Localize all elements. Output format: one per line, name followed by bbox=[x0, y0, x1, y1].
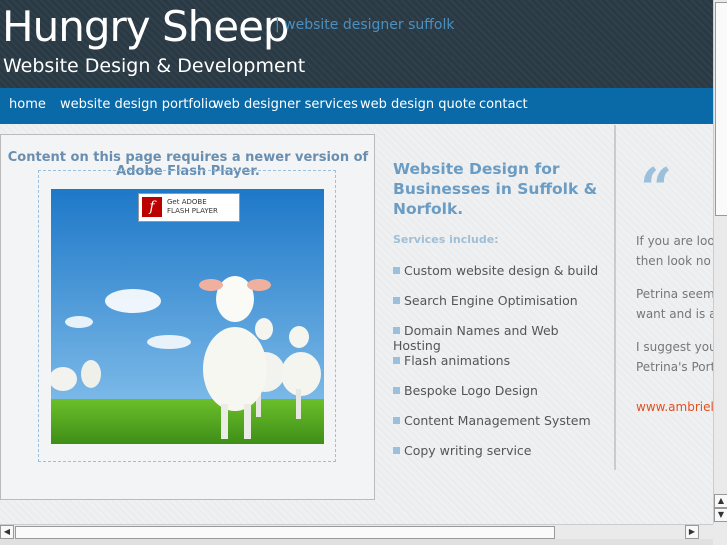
scroll-right-arrow-icon[interactable]: ▶ bbox=[685, 525, 699, 539]
service-label: Flash animations bbox=[404, 353, 511, 368]
scrollbar-corner bbox=[713, 524, 727, 545]
logo-subtitle: Website Design & Development bbox=[3, 55, 306, 77]
testimonial-line: then look no f bbox=[636, 254, 713, 268]
service-label: Bespoke Logo Design bbox=[404, 383, 538, 398]
service-label: Content Management System bbox=[404, 413, 591, 428]
nav-portfolio[interactable]: website design portfolio bbox=[60, 97, 216, 112]
horizontal-scroll-thumb[interactable] bbox=[15, 526, 555, 539]
bullet-icon bbox=[393, 357, 400, 364]
testimonial-column: “ If you are loo then look no f Petrina … bbox=[616, 125, 713, 524]
services-include-label: Services include: bbox=[393, 233, 499, 246]
bullet-icon bbox=[393, 387, 400, 394]
site-header: Hungry Sheep Website Design & Developmen… bbox=[0, 0, 713, 88]
scroll-up-arrow-icon[interactable]: ▲ bbox=[714, 494, 727, 508]
sheep-photo bbox=[51, 189, 324, 444]
service-label: Custom website design & build bbox=[404, 263, 599, 278]
window-bottom-edge bbox=[0, 539, 713, 545]
vertical-scroll-thumb[interactable] bbox=[715, 2, 727, 216]
scroll-down-arrow-icon[interactable]: ▼ bbox=[714, 508, 727, 522]
get-flash-button[interactable]: f Get ADOBE FLASH PLAYER bbox=[138, 193, 240, 222]
testimonial-line: want and is a bbox=[636, 307, 713, 321]
nav-home[interactable]: home bbox=[9, 97, 46, 112]
bullet-icon bbox=[393, 327, 400, 334]
main-nav: home website design portfolio web design… bbox=[0, 88, 713, 124]
service-label: Domain Names and Web Hosting bbox=[393, 323, 559, 353]
quote-mark-icon: “ bbox=[640, 156, 673, 222]
service-item: Domain Names and Web Hosting bbox=[393, 323, 608, 353]
horizontal-scrollbar[interactable]: ◀ ▶ bbox=[0, 524, 713, 539]
logo-title[interactable]: Hungry Sheep bbox=[2, 2, 290, 51]
testimonial-line: If you are loo bbox=[636, 234, 713, 248]
testimonial-line: Petrina seem bbox=[636, 287, 713, 301]
get-flash-label: Get ADOBE FLASH PLAYER bbox=[167, 198, 218, 216]
bullet-icon bbox=[393, 297, 400, 304]
get-flash-line1: Get ADOBE bbox=[167, 198, 207, 206]
service-label: Copy writing service bbox=[404, 443, 532, 458]
service-label: Search Engine Optimisation bbox=[404, 293, 578, 308]
bullet-icon bbox=[393, 267, 400, 274]
bullet-icon bbox=[393, 417, 400, 424]
service-item: Flash animations bbox=[393, 353, 510, 368]
vertical-scrollbar[interactable]: ▲ ▼ bbox=[713, 0, 727, 524]
nav-quote[interactable]: web design quote bbox=[360, 97, 476, 112]
service-item: Content Management System bbox=[393, 413, 591, 428]
services-heading: Website Design for Businesses in Suffolk… bbox=[393, 160, 598, 218]
testimonial-link[interactable]: www.ambrielle bbox=[636, 400, 713, 414]
testimonial-line: I suggest you bbox=[636, 340, 713, 354]
scroll-left-arrow-icon[interactable]: ◀ bbox=[0, 525, 14, 539]
service-item: Custom website design & build bbox=[393, 263, 598, 278]
service-item: Copy writing service bbox=[393, 443, 532, 458]
flash-container: Content on this page requires a newer ve… bbox=[0, 134, 375, 500]
service-item: Search Engine Optimisation bbox=[393, 293, 578, 308]
get-flash-line2: FLASH PLAYER bbox=[167, 207, 218, 215]
nav-services[interactable]: web designer services bbox=[213, 97, 358, 112]
testimonial-line: Petrina's Port bbox=[636, 360, 713, 374]
tagline: | website designer suffolk bbox=[275, 17, 455, 33]
bullet-icon bbox=[393, 447, 400, 454]
nav-contact[interactable]: contact bbox=[479, 97, 528, 112]
service-item: Bespoke Logo Design bbox=[393, 383, 538, 398]
flash-icon: f bbox=[142, 197, 162, 217]
